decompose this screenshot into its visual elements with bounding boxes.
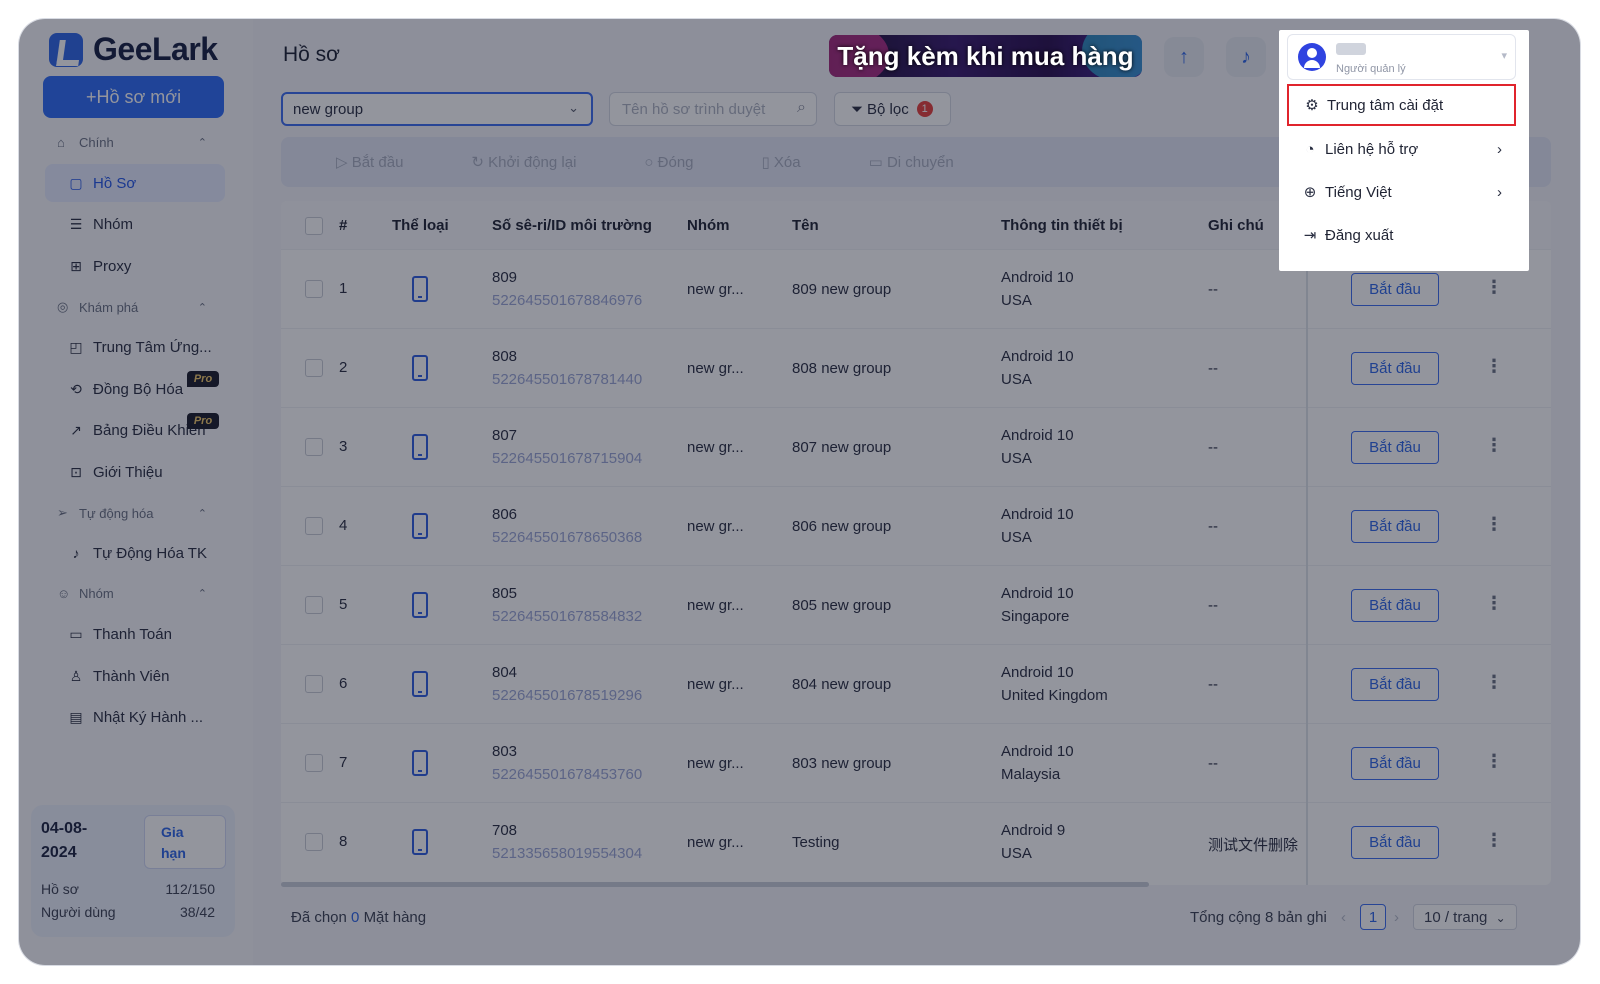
settings-icon: ⚙ — [1305, 97, 1319, 114]
settings-center-menu-item[interactable]: ⚙ Trung tâm cài đặt — [1287, 84, 1516, 126]
menu-item-label: Trung tâm cài đặt — [1327, 96, 1444, 114]
redacted-username — [1336, 43, 1366, 55]
promo-banner[interactable]: Tặng kèm khi mua hàng — [829, 35, 1142, 77]
promo-text: Tặng kèm khi mua hàng — [837, 40, 1134, 71]
user-menu-dropdown: Người quản lý ▾ ⚙ Trung tâm cài đặt ◔ Li… — [1279, 30, 1529, 271]
user-account-box[interactable]: Người quản lý ▾ — [1287, 34, 1516, 80]
chevron-right-icon: › — [1497, 183, 1502, 201]
globe-icon: ⊕ — [1303, 184, 1317, 201]
contact-support-menu-item[interactable]: ◔ Liên hệ hỗ trợ › — [1287, 128, 1516, 170]
support-icon: ◔ — [1305, 140, 1315, 158]
chevron-down-icon: ▾ — [1501, 50, 1507, 62]
avatar-icon — [1298, 43, 1326, 71]
logout-menu-item[interactable]: ⇥ Đăng xuất — [1287, 214, 1516, 256]
chevron-right-icon: › — [1497, 140, 1502, 158]
menu-item-label: Tiếng Việt — [1325, 183, 1392, 201]
menu-item-label: Liên hệ hỗ trợ — [1325, 140, 1419, 158]
logout-icon: ⇥ — [1303, 227, 1317, 244]
user-role: Người quản lý — [1336, 63, 1406, 75]
language-menu-item[interactable]: ⊕ Tiếng Việt › — [1287, 171, 1516, 213]
menu-item-label: Đăng xuất — [1325, 226, 1394, 244]
app-window: GeeLark +Hồ sơ mới ⌂ Chính ⌃ ▢ Hồ Sơ ☰ N… — [19, 19, 1580, 965]
